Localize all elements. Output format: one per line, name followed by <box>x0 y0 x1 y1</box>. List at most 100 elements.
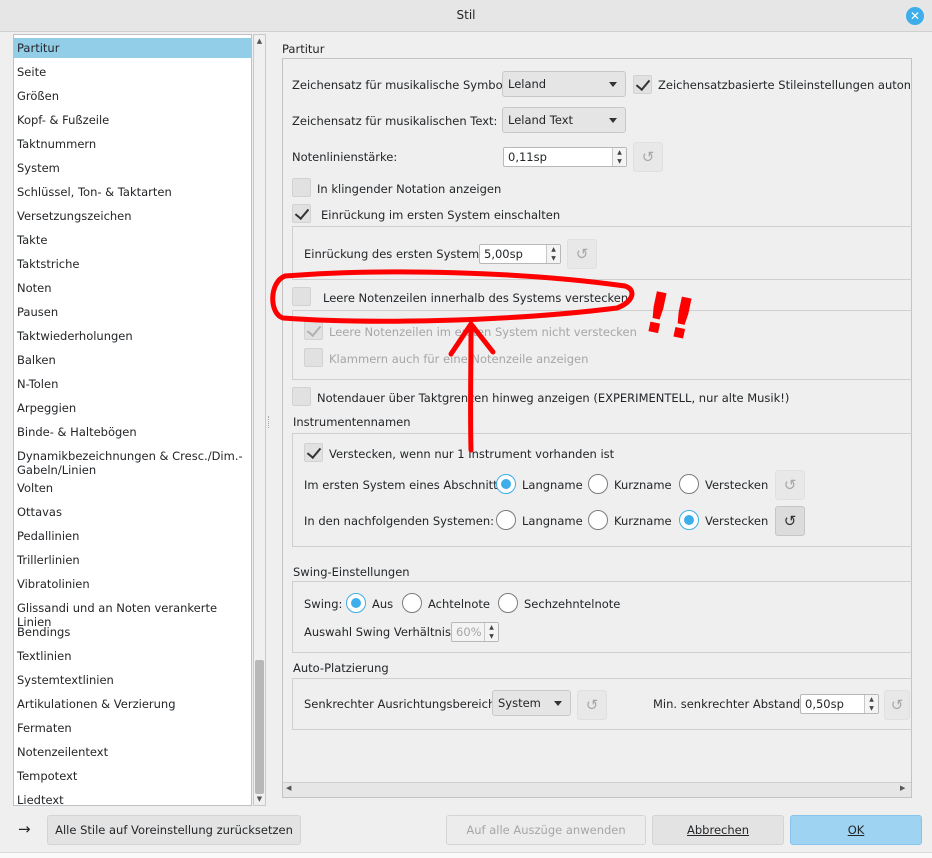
sidebar-item[interactable]: Glissandi und an Noten verankerte Linien <box>14 598 251 629</box>
indent-checkbox[interactable] <box>292 204 311 223</box>
music-font-label: Zeichensatz für musikalische Symbole: <box>292 78 517 92</box>
sidebar-item[interactable]: Partitur <box>14 38 251 58</box>
reset-icon[interactable]: ↺ <box>775 506 805 536</box>
spin-arrows-icon[interactable]: ▲ ▼ <box>864 695 878 713</box>
vertical-range-select[interactable]: System <box>492 690 571 716</box>
swing-off-radio[interactable] <box>346 593 366 613</box>
sidebar-item[interactable]: Taktstriche <box>14 254 251 274</box>
first-shortname-label: Kurzname <box>614 478 672 492</box>
sidebar-item[interactable]: Kopf- & Fußzeile <box>14 110 251 130</box>
text-font-label: Zeichensatz für musikalischen Text: <box>292 114 498 128</box>
sidebar-item[interactable]: Artikulationen & Verzierung <box>14 694 251 714</box>
scroll-down-icon[interactable]: ▼ <box>253 793 266 805</box>
chevron-down-icon <box>554 701 562 706</box>
staff-line-width-label: Notenlinienstärke: <box>292 150 398 164</box>
concert-pitch-checkbox[interactable] <box>292 178 311 197</box>
sidebar-item[interactable]: Vibratolinien <box>14 574 251 594</box>
annotation-overlay: !! <box>270 269 695 453</box>
swing-ratio-spinbox[interactable]: 60% ▲ ▼ <box>451 622 499 642</box>
scrollbar-thumb[interactable] <box>255 660 264 794</box>
following-shortname-label: Kurzname <box>614 514 672 528</box>
sidebar-item[interactable]: Binde- & Haltebögen <box>14 422 251 442</box>
scroll-right-icon[interactable]: ▶ <box>900 784 910 795</box>
sidebar-item[interactable]: Arpeggien <box>14 398 251 418</box>
text-font-select[interactable]: Leland Text <box>502 107 626 133</box>
background-strip <box>0 852 932 858</box>
scroll-left-icon[interactable]: ◀ <box>286 784 296 795</box>
min-distance-label: Min. senkrechter Abstand: <box>653 697 805 711</box>
sidebar-item[interactable]: Größen <box>14 86 251 106</box>
sidebar-item[interactable]: Liedtext <box>14 790 251 805</box>
close-icon[interactable]: ✕ <box>906 7 924 25</box>
sidebar-item[interactable]: Pedallinien <box>14 526 251 546</box>
section-title-partitur: Partitur <box>282 42 325 56</box>
swing-eighth-radio[interactable] <box>402 593 422 613</box>
spin-arrows-icon[interactable]: ▲ ▼ <box>484 623 498 641</box>
sidebar-item[interactable]: N-Tolen <box>14 374 251 394</box>
first-system-label: Im ersten System eines Abschnitts: <box>304 478 508 492</box>
section-title-autoplace: Auto-Platzierung <box>293 661 389 675</box>
following-shortname-radio[interactable] <box>588 510 608 530</box>
sidebar-item[interactable]: Schlüssel, Ton- & Taktarten <box>14 182 251 202</box>
first-hide-radio[interactable] <box>679 474 699 494</box>
music-font-select[interactable]: Leland <box>502 71 626 97</box>
sidebar-item[interactable]: Takte <box>14 230 251 250</box>
swing-sixteenth-label: Sechzehntelnote <box>524 597 621 611</box>
staff-line-width-spinbox[interactable]: 0,11sp ▲ ▼ <box>503 147 627 167</box>
sidebar-item[interactable]: Pausen <box>14 302 251 322</box>
swing-ratio-label: Auswahl Swing Verhältnis: <box>304 625 455 639</box>
following-longname-radio[interactable] <box>496 510 516 530</box>
sidebar-item[interactable]: Fermaten <box>14 718 251 738</box>
first-longname-label: Langname <box>522 478 583 492</box>
scroll-up-icon[interactable]: ▲ <box>253 35 266 47</box>
cancel-button[interactable]: Abbrechen <box>652 815 784 845</box>
font-based-settings-label: Zeichensatzbasierte Stileinstellungen au… <box>658 78 910 92</box>
content-hscrollbar[interactable] <box>283 782 911 797</box>
swing-sixteenth-radio[interactable] <box>498 593 518 613</box>
first-hide-label: Verstecken <box>705 478 769 492</box>
sidebar-item[interactable]: Tempotext <box>14 766 251 786</box>
annotation-circle <box>270 269 635 324</box>
reset-icon[interactable]: ↺ <box>775 470 805 500</box>
reset-all-styles-button[interactable]: Alle Stile auf Voreinstellung zurücksetz… <box>47 815 301 845</box>
section-title-swing: Swing-Einstellungen <box>293 565 410 579</box>
sidebar-item[interactable]: Textlinien <box>14 646 251 666</box>
sidebar-item[interactable]: Volten <box>14 478 251 498</box>
indent-spinbox[interactable]: 5,00sp ▲ ▼ <box>479 244 561 264</box>
spin-arrows-icon[interactable]: ▲ ▼ <box>612 148 626 166</box>
chevron-down-icon <box>609 118 617 123</box>
following-longname-label: Langname <box>522 514 583 528</box>
sidebar-item[interactable]: Taktwiederholungen <box>14 326 251 346</box>
font-based-settings-checkbox[interactable] <box>633 75 652 94</box>
sidebar-item[interactable]: Ottavas <box>14 502 251 522</box>
ok-button[interactable]: OK <box>790 815 922 845</box>
min-distance-spinbox[interactable]: 0,50sp ▲ ▼ <box>800 694 879 714</box>
sidebar-item[interactable]: Systemtextlinien <box>14 670 251 690</box>
style-category-list[interactable]: Partitur Seite Größen Kopf- & Fußzeile Taktn… <box>13 34 252 806</box>
first-longname-radio[interactable] <box>496 474 516 494</box>
arrow-right-icon: → <box>18 820 31 838</box>
following-hide-radio[interactable] <box>679 510 699 530</box>
following-systems-label: In den nachfolgenden Systemen: <box>304 514 494 528</box>
vertical-range-label: Senkrechter Ausrichtungsbereich: <box>304 697 500 711</box>
sidebar-item[interactable]: Dynamikbezeichnungen & Cresc./Dim.-Gabel… <box>14 446 251 477</box>
apply-to-all-parts-button[interactable]: Auf alle Auszüge anwenden <box>446 815 646 845</box>
sidebar-item[interactable]: System <box>14 158 251 178</box>
sidebar-item[interactable]: Noten <box>14 278 251 298</box>
sidebar-item[interactable]: Bendings <box>14 622 251 642</box>
spin-arrows-icon[interactable]: ▲ ▼ <box>546 245 560 263</box>
swing-label: Swing: <box>304 597 343 611</box>
reset-icon[interactable]: ↺ <box>633 142 663 172</box>
reset-icon[interactable]: ↺ <box>577 690 607 720</box>
sidebar-item[interactable]: Notenzeilentext <box>14 742 251 762</box>
swing-off-label: Aus <box>372 597 394 611</box>
reset-icon[interactable]: ↺ <box>884 690 910 720</box>
first-shortname-radio[interactable] <box>588 474 608 494</box>
concert-pitch-label: In klingender Notation anzeigen <box>317 182 502 196</box>
following-hide-label: Verstecken <box>705 514 769 528</box>
sidebar-item[interactable]: Trillerlinien <box>14 550 251 570</box>
sidebar-item[interactable]: Taktnummern <box>14 134 251 154</box>
sidebar-item[interactable]: Versetzungszeichen <box>14 206 251 226</box>
sidebar-item[interactable]: Seite <box>14 62 251 82</box>
sidebar-item[interactable]: Balken <box>14 350 251 370</box>
